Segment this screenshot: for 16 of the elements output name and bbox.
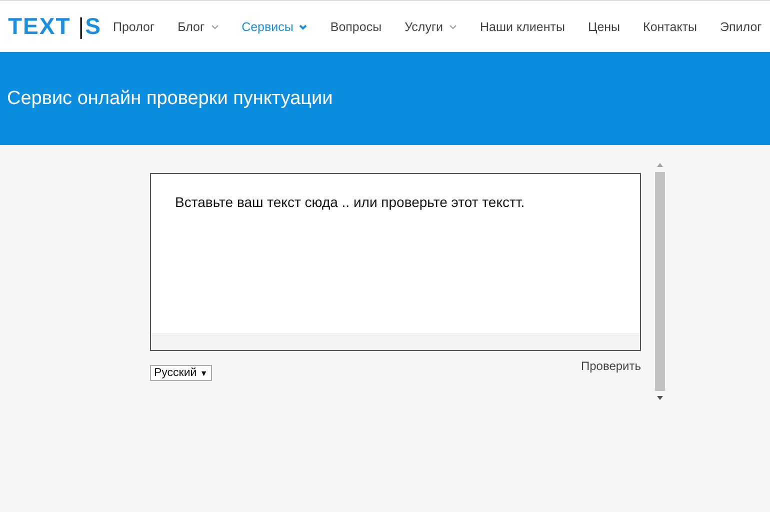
nav-item[interactable]: Наши клиенты [468,20,576,34]
text-editor[interactable]: Вставьте ваш текст сюда .. или проверьте этот текстт. [150,173,641,351]
nav-item[interactable]: Контакты [632,20,709,34]
editor-text: Вставьте ваш текст сюда .. или проверьте этот текстт. [174,193,526,212]
nav-item[interactable]: Блог [166,20,230,34]
nav-item[interactable]: Цены [576,20,632,34]
logo[interactable]: TEXT |S [8,13,102,40]
nav-item[interactable]: Пролог [102,20,166,34]
nav-item[interactable]: Услуги [393,20,469,34]
check-link[interactable]: Проверить [580,359,641,373]
page-title: Сервис онлайн проверки пунктуации [7,88,333,110]
nav-item[interactable]: Вопросы [318,20,394,34]
nav-item[interactable]: Эпилог [708,20,770,34]
scroll-up-icon[interactable] [657,163,663,167]
language-select[interactable]: Русский ▼ [150,365,212,381]
scroll-down-icon[interactable] [657,396,663,400]
